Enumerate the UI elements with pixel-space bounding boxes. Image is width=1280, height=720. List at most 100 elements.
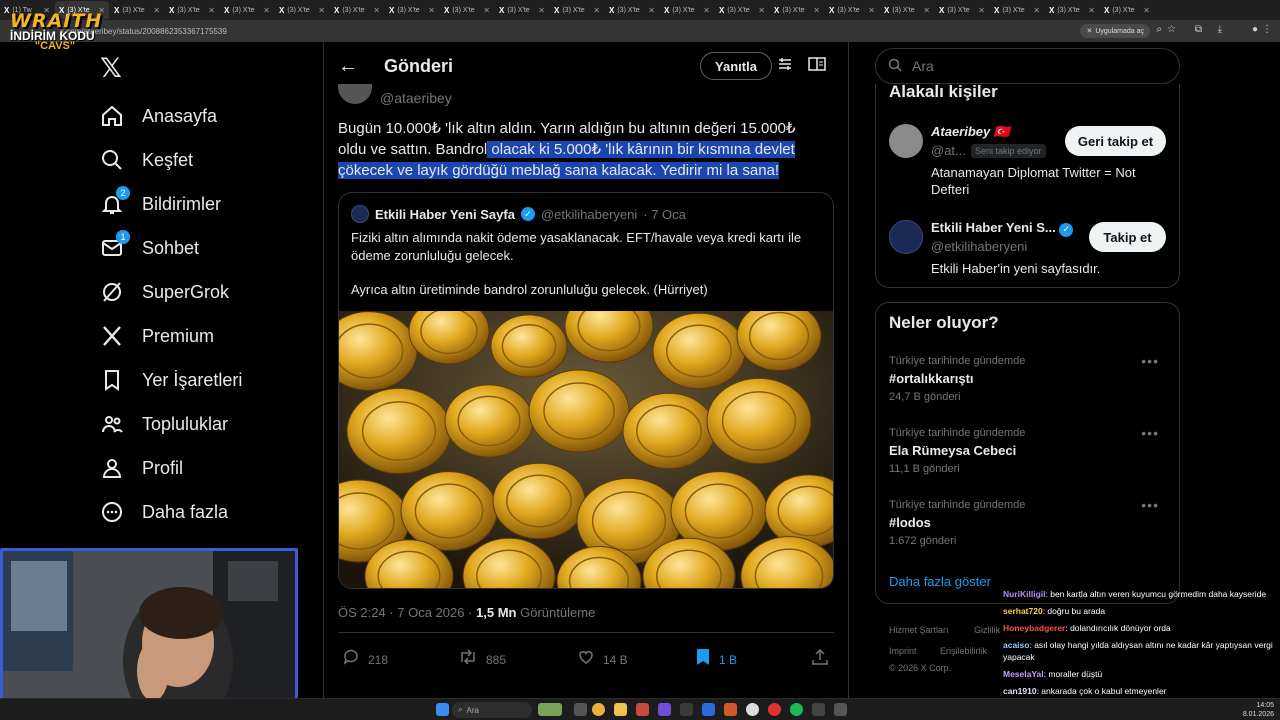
close-icon[interactable]: ✕ bbox=[868, 6, 875, 15]
browser-tab[interactable]: X (3) X'te ✕ bbox=[1100, 1, 1154, 19]
follow-back-button[interactable]: Geri takip et bbox=[1065, 126, 1166, 156]
browser-tab[interactable]: X (3) X'te ✕ bbox=[385, 1, 439, 19]
kebab-menu-icon[interactable]: ⋮ bbox=[1262, 24, 1272, 35]
trend-item[interactable]: Türkiye tarihinde gündemde #ortalıkkarışt… bbox=[889, 353, 1169, 403]
close-icon[interactable]: ✕ bbox=[373, 6, 380, 15]
gold-coins-image[interactable] bbox=[339, 311, 834, 589]
app-icon[interactable] bbox=[680, 703, 693, 716]
browser-tab[interactable]: X (3) X'te ✕ bbox=[715, 1, 769, 19]
reader-mode-icon[interactable] bbox=[808, 56, 826, 77]
close-icon[interactable]: ✕ bbox=[978, 6, 985, 15]
like-stat[interactable]: 14 B bbox=[577, 648, 628, 671]
quoted-avatar[interactable] bbox=[351, 205, 369, 223]
browser-tab[interactable]: X (3) X'te ✕ bbox=[1045, 1, 1099, 19]
taskbar-search[interactable]: ⌕ Ara bbox=[452, 702, 532, 718]
extensions-icon[interactable]: ⧉ bbox=[1195, 24, 1202, 35]
browser-tab[interactable]: X (3) X'te ✕ bbox=[220, 1, 274, 19]
related-person-card[interactable]: Ataeribey 🇹🇷 @at... Seni takip ediyor At… bbox=[889, 124, 1169, 204]
nav-item-sohbet[interactable]: 1 Sohbet bbox=[100, 228, 199, 268]
author-handle[interactable]: @ataeribey bbox=[380, 90, 452, 106]
person-avatar[interactable] bbox=[889, 124, 923, 158]
open-in-app-pill[interactable]: ✕ Uygulamada aç bbox=[1080, 24, 1150, 38]
person-handle[interactable]: @at... bbox=[931, 143, 966, 158]
more-dots-icon[interactable]: ••• bbox=[1141, 425, 1159, 441]
trend-item[interactable]: Türkiye tarihinde gündemde Ela Rümeysa Ce… bbox=[889, 425, 1169, 475]
app-icon[interactable] bbox=[724, 703, 737, 716]
browser-tab[interactable]: X (3) X'te ✕ bbox=[825, 1, 879, 19]
sliders-icon[interactable] bbox=[777, 56, 793, 77]
close-icon[interactable]: ✕ bbox=[758, 6, 765, 15]
footer-imprint-link[interactable]: Imprint bbox=[889, 646, 917, 656]
related-person-card[interactable]: Etkili Haber Yeni S... ✓ @etkilihaberyen… bbox=[889, 220, 1169, 280]
more-dots-icon[interactable]: ••• bbox=[1141, 497, 1159, 513]
x-logo-icon[interactable]: 𝕏 bbox=[100, 55, 126, 82]
browser-tab[interactable]: X (3) X'te ✕ bbox=[110, 1, 164, 19]
close-icon[interactable]: ✕ bbox=[593, 6, 600, 15]
app-icon[interactable] bbox=[834, 703, 847, 716]
back-arrow-icon[interactable]: ← bbox=[338, 55, 358, 78]
browser-tab[interactable]: X (3) X'te ✕ bbox=[880, 1, 934, 19]
search-input[interactable]: Ara bbox=[875, 48, 1180, 84]
browser-tab[interactable]: X (3) X'te ✕ bbox=[660, 1, 714, 19]
nav-item-bildirimler[interactable]: 2 Bildirimler bbox=[100, 184, 221, 224]
person-name[interactable]: Etkili Haber Yeni S... bbox=[931, 220, 1056, 235]
close-icon[interactable]: ✕ bbox=[153, 6, 160, 15]
nav-item-keşfet[interactable]: Keşfet bbox=[100, 140, 193, 180]
post-timestamp[interactable]: ÖS 2:24 · 7 Oca 2026 · bbox=[338, 605, 476, 620]
nav-item-yer-i̇şaretleri[interactable]: Yer İşaretleri bbox=[100, 360, 242, 400]
close-icon[interactable]: ✕ bbox=[648, 6, 655, 15]
close-icon[interactable]: ✕ bbox=[208, 6, 215, 15]
follow-button[interactable]: Takip et bbox=[1089, 222, 1166, 252]
app-icon[interactable] bbox=[702, 703, 715, 716]
nav-item-profil[interactable]: Profil bbox=[100, 448, 183, 488]
taskbar-clock[interactable]: 14:05 8.01.2026 bbox=[1243, 701, 1274, 719]
person-avatar[interactable] bbox=[889, 220, 923, 254]
close-icon[interactable]: ✕ bbox=[923, 6, 930, 15]
discord-icon[interactable] bbox=[658, 703, 671, 716]
close-icon[interactable]: ✕ bbox=[483, 6, 490, 15]
quoted-post[interactable]: Etkili Haber Yeni Sayfa ✓ @etkilihaberye… bbox=[338, 192, 834, 589]
star-icon[interactable]: ☆ bbox=[1167, 24, 1176, 35]
nav-item-premium[interactable]: Premium bbox=[100, 316, 214, 356]
bookmark-stat[interactable]: 1 B bbox=[695, 648, 737, 671]
person-name-row[interactable]: Etkili Haber Yeni S... ✓ bbox=[931, 220, 1074, 237]
browser-tab[interactable]: X (3) X'te ✕ bbox=[550, 1, 604, 19]
footer-privacy-link[interactable]: Gizlilik bbox=[974, 625, 1000, 635]
spotify-icon[interactable] bbox=[790, 703, 803, 716]
task-view-icon[interactable] bbox=[574, 703, 587, 716]
browser-tab[interactable]: X (3) X'te ✕ bbox=[165, 1, 219, 19]
nav-item-topluluklar[interactable]: Topluluklar bbox=[100, 404, 228, 444]
browser-tab[interactable]: X (3) X'te ✕ bbox=[275, 1, 329, 19]
close-icon[interactable]: ✕ bbox=[1033, 6, 1040, 15]
app-icon[interactable] bbox=[812, 703, 825, 716]
share-stat[interactable] bbox=[811, 648, 829, 671]
person-handle[interactable]: @etkilihaberyeni bbox=[931, 239, 1027, 254]
zoom-icon[interactable]: ⌕ bbox=[1156, 24, 1162, 35]
browser-tab[interactable]: X (3) X'te ✕ bbox=[770, 1, 824, 19]
nav-item-anasayfa[interactable]: Anasayfa bbox=[100, 96, 217, 136]
repost-stat[interactable]: 885 bbox=[458, 648, 506, 671]
windows-start-icon[interactable] bbox=[436, 703, 449, 716]
browser-tab[interactable]: X (3) X'te ✕ bbox=[935, 1, 989, 19]
close-icon[interactable]: ✕ bbox=[1086, 27, 1092, 35]
close-icon[interactable]: ✕ bbox=[428, 6, 435, 15]
more-dots-icon[interactable]: ••• bbox=[1141, 353, 1159, 369]
nav-item-daha-fazla[interactable]: Daha fazla bbox=[100, 492, 228, 532]
trend-item[interactable]: Türkiye tarihinde gündemde #lodos 1.672 gö… bbox=[889, 497, 1169, 547]
profile-icon[interactable]: ● bbox=[1252, 24, 1258, 35]
close-icon[interactable]: ✕ bbox=[703, 6, 710, 15]
address-bar[interactable]: x.com/ataeribey/status/20088623533671755… bbox=[0, 20, 1280, 42]
reply-button[interactable]: Yanıtla bbox=[700, 52, 772, 80]
widgets-icon[interactable] bbox=[538, 703, 562, 716]
close-icon[interactable]: ✕ bbox=[1088, 6, 1095, 15]
footer-accessibility-link[interactable]: Erişilebilirlik bbox=[940, 646, 987, 656]
file-explorer-icon[interactable] bbox=[614, 703, 627, 716]
chrome-icon[interactable] bbox=[592, 703, 605, 716]
browser-tab[interactable]: X (3) X'te ✕ bbox=[440, 1, 494, 19]
close-icon[interactable]: ✕ bbox=[813, 6, 820, 15]
browser-tab[interactable]: X (3) X'te ✕ bbox=[990, 1, 1044, 19]
reply-stat[interactable]: 218 bbox=[342, 648, 388, 671]
browser-tab[interactable]: X (3) X'te ✕ bbox=[605, 1, 659, 19]
browser-tab[interactable]: X (3) X'te ✕ bbox=[330, 1, 384, 19]
person-name[interactable]: Ataeribey 🇹🇷 bbox=[931, 124, 1010, 140]
